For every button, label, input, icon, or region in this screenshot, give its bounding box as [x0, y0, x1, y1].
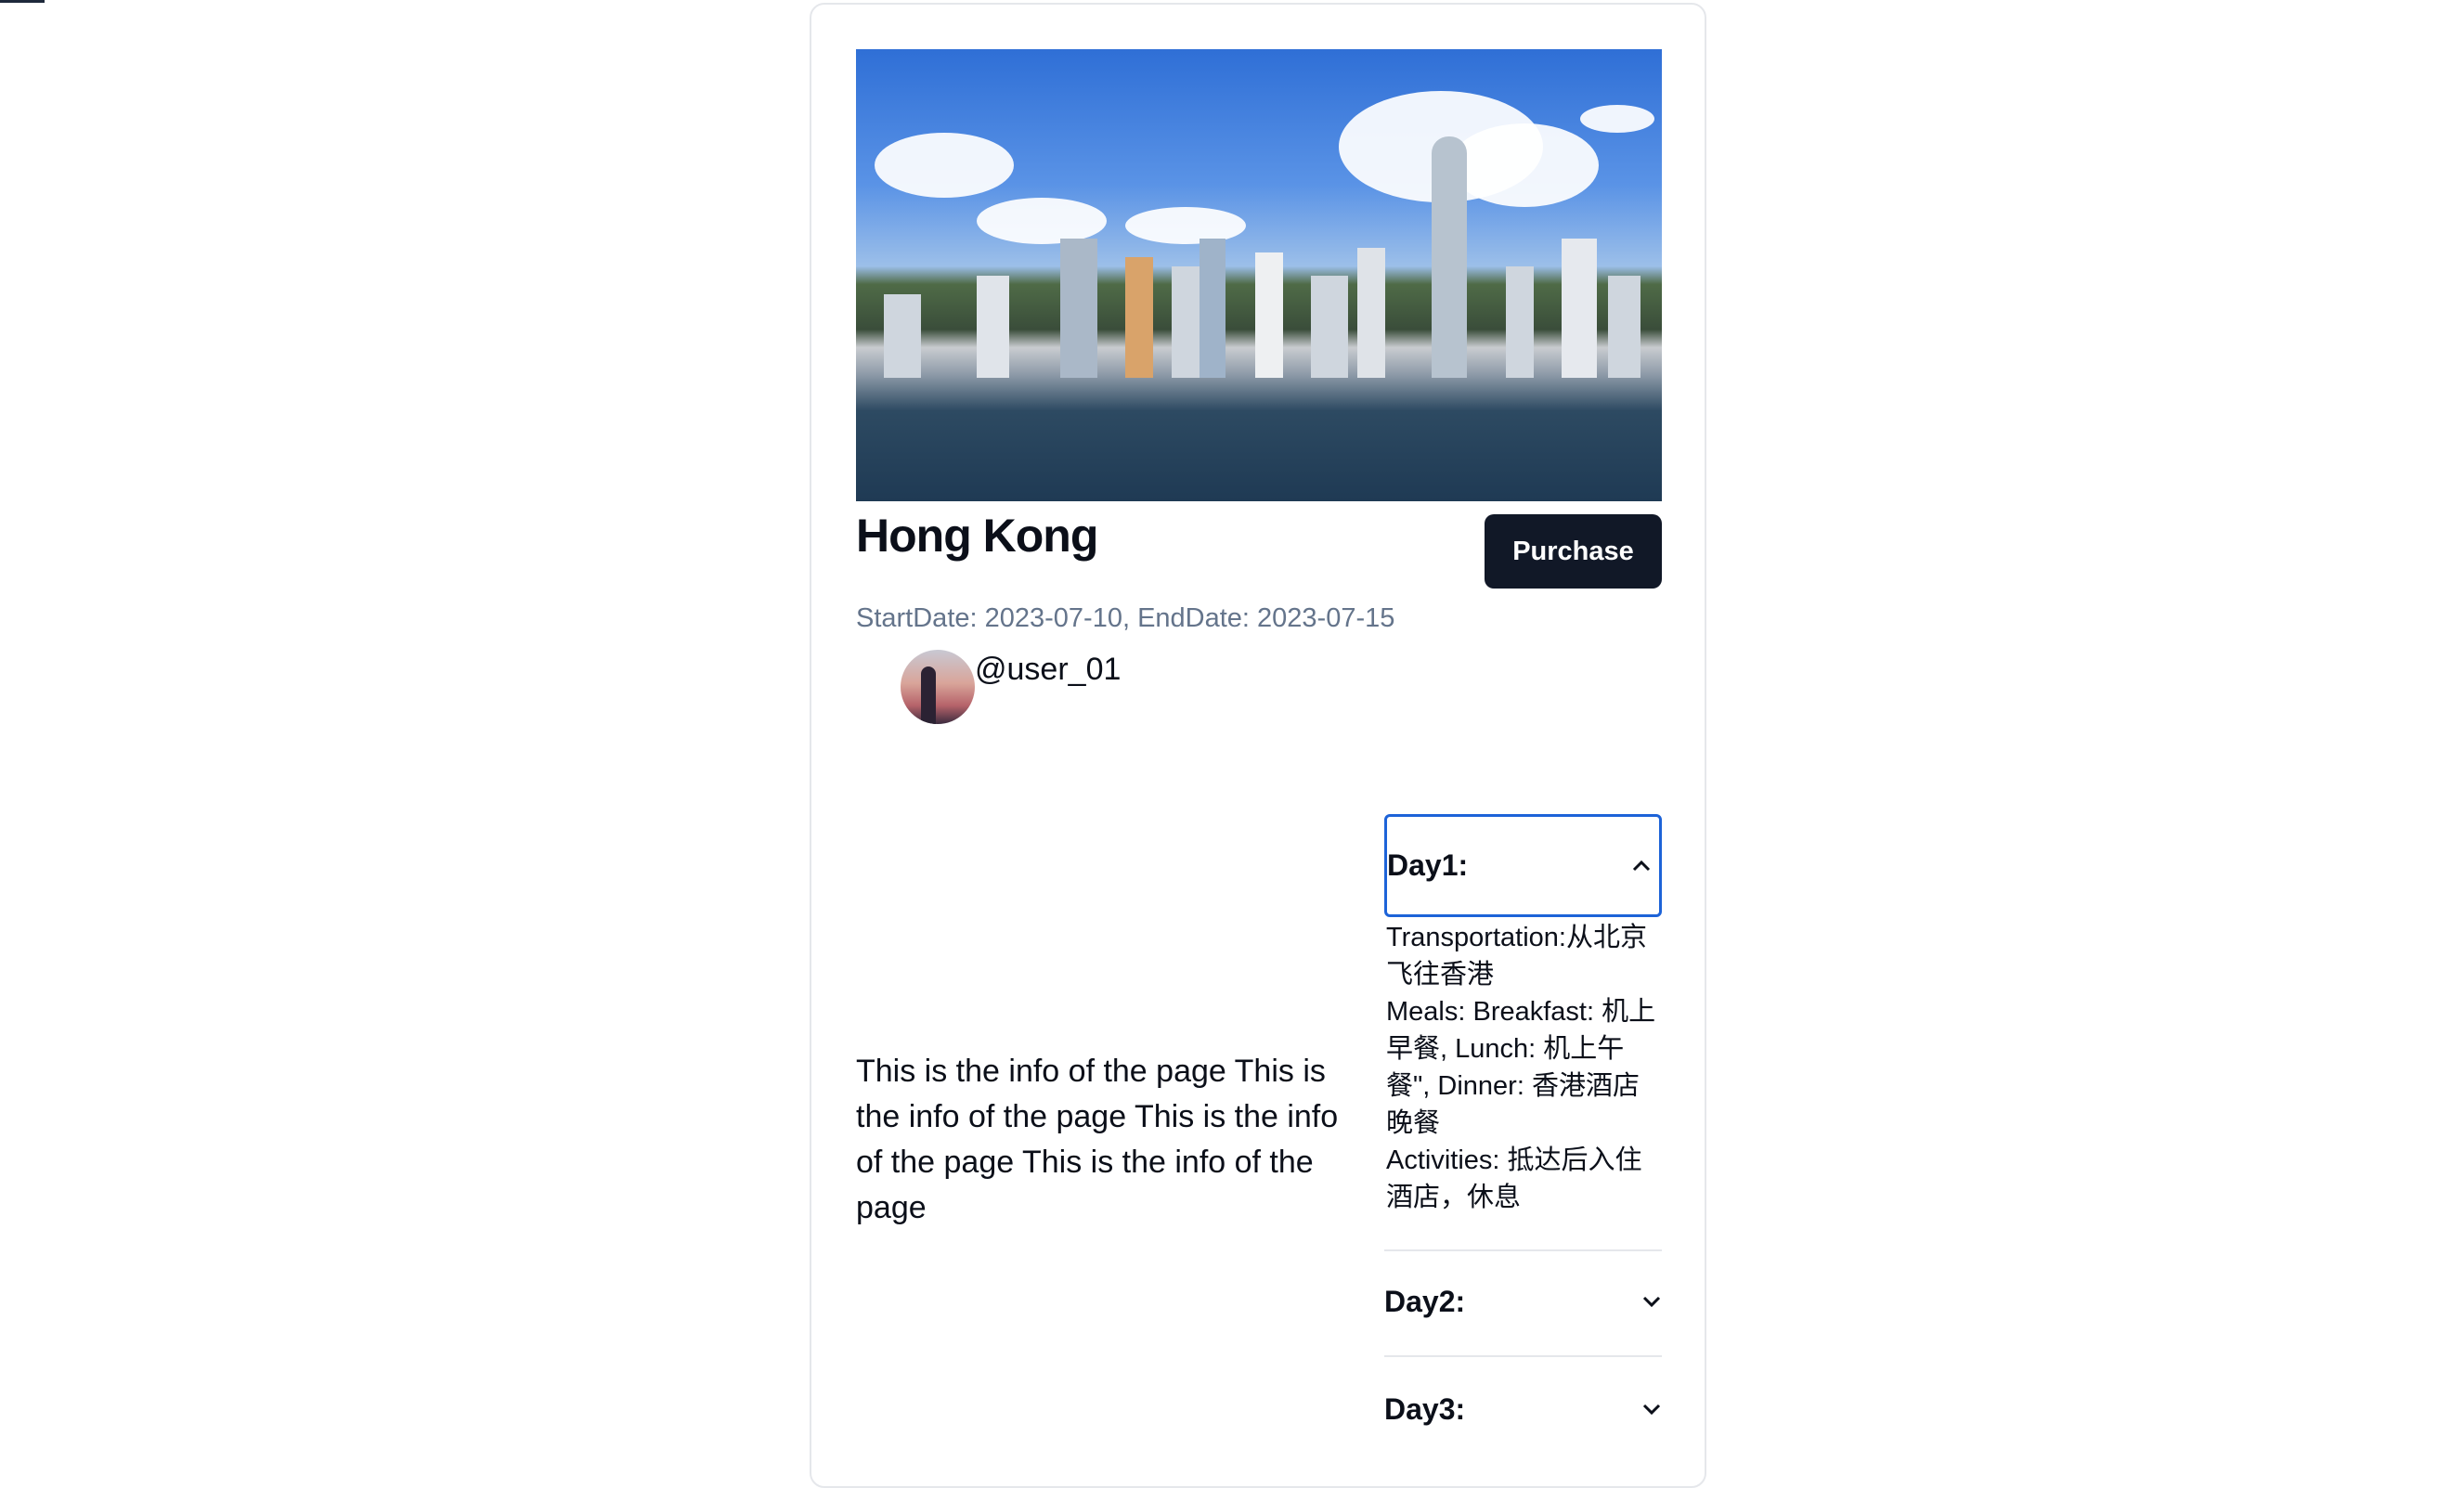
username[interactable]: @user_01: [975, 652, 1121, 688]
day3-label: Day3:: [1384, 1391, 1466, 1426]
top-edge-line: [0, 0, 45, 3]
page-title: Hong Kong: [856, 510, 1098, 562]
trip-dates: StartDate: 2023-07-10, EndDate: 2023-07-…: [856, 603, 1395, 633]
chevron-up-icon: [1631, 860, 1652, 873]
accordion-day1-content: Transportation:从北京飞往香港 Meals: Breakfast:…: [1386, 919, 1665, 1216]
avatar[interactable]: [901, 650, 975, 724]
day1-meals: Meals: Breakfast: 机上早餐, Lunch: 机上午餐", Di…: [1386, 997, 1656, 1138]
day1-transportation: Transportation:从北京飞往香港: [1386, 923, 1647, 990]
hong-kong-skyline-image: [856, 49, 1662, 501]
purchase-button[interactable]: Purchase: [1485, 514, 1662, 589]
accordion-day3-header[interactable]: Day3:: [1384, 1372, 1662, 1446]
chevron-down-icon: [1641, 1403, 1662, 1416]
day1-label: Day1:: [1387, 848, 1469, 882]
trip-description: This is the info of the page This is the…: [856, 1054, 1339, 1225]
accordion-day2-header[interactable]: Day2:: [1384, 1264, 1662, 1339]
day2-label: Day2:: [1384, 1284, 1466, 1318]
accordion-day1-header[interactable]: Day1:: [1384, 814, 1662, 917]
chevron-down-icon: [1641, 1295, 1662, 1308]
divider: [1384, 1355, 1662, 1357]
divider: [1384, 1249, 1662, 1251]
day1-activities: Activities: 抵达后入住酒店，休息: [1386, 1145, 1642, 1212]
